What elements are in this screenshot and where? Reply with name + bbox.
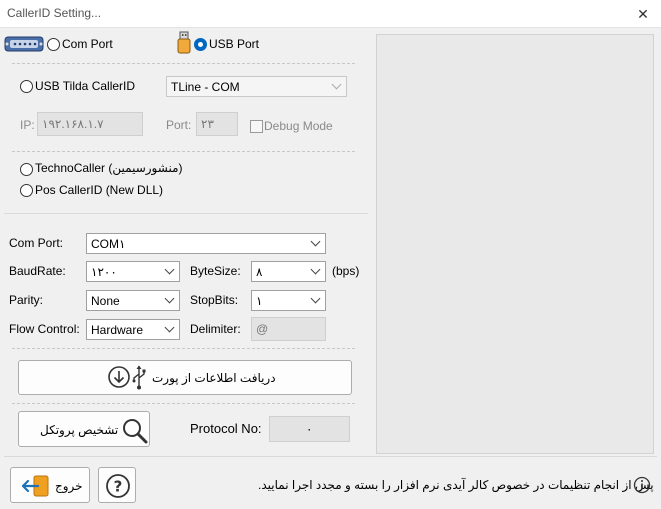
- detect-protocol-button[interactable]: تشخیص پروتکل: [18, 411, 150, 447]
- com-port-select-label: Com Port:: [9, 236, 64, 250]
- ip-value: ۱۹۲.۱۶۸.۱.۷: [42, 117, 104, 131]
- chevron-down-icon: [310, 293, 321, 304]
- ip-field[interactable]: ۱۹۲.۱۶۸.۱.۷: [37, 112, 143, 136]
- receive-from-port-label: دریافت اطلاعات از پورت: [152, 371, 276, 385]
- technocaller-radio[interactable]: [20, 163, 33, 176]
- stopbits-select[interactable]: ۱: [251, 290, 326, 311]
- bytesize-label: ByteSize:: [190, 264, 241, 278]
- flow-control-label: Flow Control:: [9, 322, 80, 336]
- help-button[interactable]: ?: [98, 467, 136, 503]
- chevron-down-icon: [310, 264, 321, 275]
- protocol-no-field: ۰: [269, 416, 350, 442]
- download-arrow-icon: [108, 366, 130, 388]
- title-bar: CallerID Setting... ✕: [0, 0, 661, 28]
- com-port-value: COM۱: [91, 237, 126, 251]
- delimiter-label: Delimiter:: [190, 322, 241, 336]
- close-icon[interactable]: ✕: [625, 0, 661, 28]
- flow-control-select[interactable]: Hardware: [86, 319, 180, 340]
- tilda-device-select[interactable]: TLine - COM: [166, 76, 347, 97]
- bps-label: (bps): [332, 264, 360, 278]
- port-label: Port:: [166, 118, 192, 132]
- usb-tilda-radio[interactable]: [20, 80, 33, 93]
- divider: [12, 151, 355, 152]
- exit-label: خروج: [55, 479, 83, 493]
- protocol-no-label: Protocol No:: [190, 421, 262, 436]
- parity-select[interactable]: None: [86, 290, 180, 311]
- tilda-device-value: TLine - COM: [171, 80, 240, 94]
- magnifier-icon: [123, 419, 148, 444]
- info-icon: [633, 476, 651, 494]
- delimiter-field[interactable]: @: [251, 317, 326, 341]
- divider: [4, 456, 657, 457]
- bytesize-value: ۸: [256, 265, 263, 279]
- exit-door-icon: [21, 475, 49, 497]
- receive-from-port-button[interactable]: دریافت اطلاعات از پورت: [18, 360, 352, 395]
- restart-note: پس از انجام تنظیمات در خصوص کالر آیدی نر…: [258, 478, 654, 492]
- com-port-label: Com Port: [62, 37, 113, 51]
- usb-stick-icon: [177, 31, 191, 54]
- stopbits-value: ۱: [256, 294, 263, 308]
- ip-label: IP:: [20, 118, 35, 132]
- chevron-down-icon: [164, 264, 175, 275]
- stopbits-label: StopBits:: [190, 293, 239, 307]
- baudrate-label: BaudRate:: [9, 264, 66, 278]
- serial-port-icon: [4, 36, 44, 52]
- window-title: CallerID Setting...: [7, 6, 102, 20]
- port-field[interactable]: ۲۳: [196, 112, 238, 136]
- exit-button[interactable]: خروج: [10, 467, 90, 503]
- divider: [4, 213, 368, 214]
- divider: [12, 348, 355, 349]
- com-port-select[interactable]: COM۱: [86, 233, 326, 254]
- pos-callerid-radio[interactable]: [20, 184, 33, 197]
- usb-tilda-label: USB Tilda CallerID: [35, 79, 136, 93]
- usb-port-radio[interactable]: [194, 38, 207, 51]
- svg-text:?: ?: [114, 478, 123, 496]
- technocaller-label: TechnoCaller (منشورسیمین): [35, 161, 183, 175]
- flow-control-value: Hardware: [91, 323, 144, 337]
- pos-callerid-label: Pos CallerID (New DLL): [35, 183, 164, 197]
- chevron-down-icon: [310, 236, 321, 247]
- com-port-radio[interactable]: [47, 38, 60, 51]
- divider: [12, 63, 355, 64]
- port-value: ۲۳: [201, 117, 214, 131]
- chevron-down-icon: [164, 293, 175, 304]
- parity-label: Parity:: [9, 293, 44, 307]
- help-question-icon: ?: [106, 474, 130, 498]
- parity-value: None: [91, 294, 120, 308]
- debug-mode-checkbox[interactable]: [250, 120, 263, 133]
- debug-mode-label: Debug Mode: [264, 119, 333, 133]
- divider: [12, 403, 355, 404]
- protocol-no-value: ۰: [306, 422, 313, 436]
- preview-panel: [376, 34, 654, 454]
- chevron-down-icon: [331, 79, 342, 90]
- usb-port-label: USB Port: [209, 37, 260, 51]
- baudrate-value: ۱۲۰۰: [91, 265, 117, 279]
- usb-symbol-icon: [132, 365, 146, 390]
- bytesize-select[interactable]: ۸: [251, 261, 326, 282]
- baudrate-select[interactable]: ۱۲۰۰: [86, 261, 180, 282]
- delimiter-value: @: [256, 322, 269, 336]
- chevron-down-icon: [164, 322, 175, 333]
- detect-protocol-label: تشخیص پروتکل: [40, 423, 119, 437]
